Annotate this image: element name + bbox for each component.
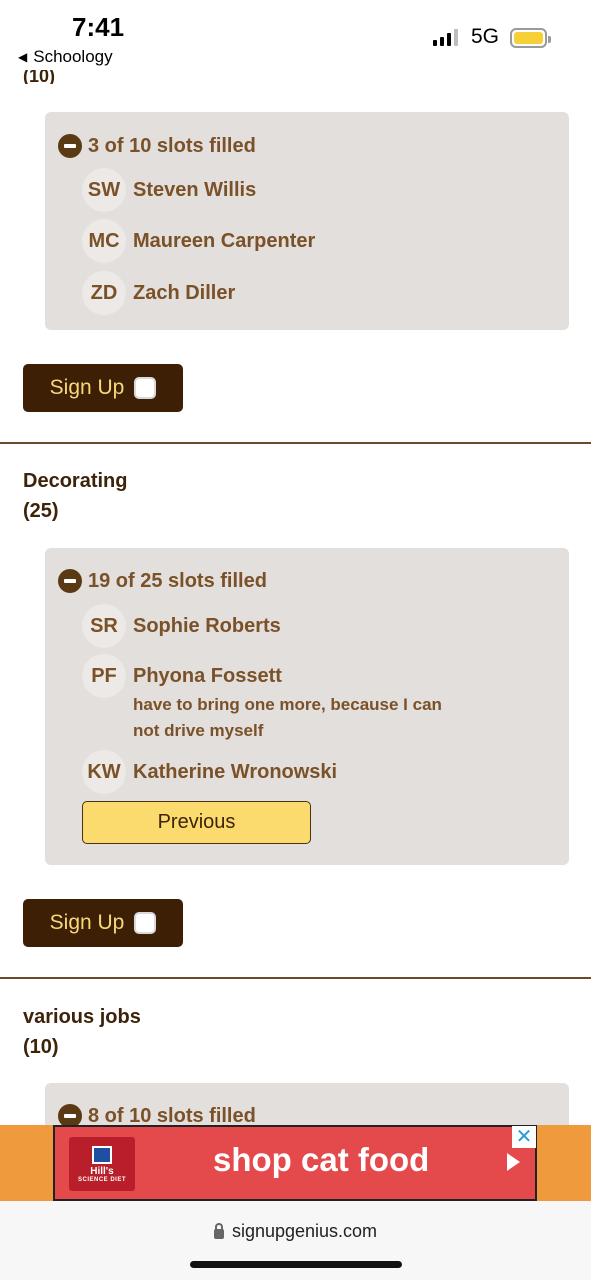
section-count: (10) (23, 1036, 59, 1058)
avatar: SW (82, 168, 126, 212)
participant-name: Maureen Carpenter (133, 230, 316, 252)
slots-filled-text: 3 of 10 slots filled (88, 134, 256, 157)
slot-box: 19 of 25 slots filled SR Sophie Roberts … (45, 548, 569, 865)
participant-name: Zach Diller (133, 282, 236, 304)
back-app-label: Schoology (33, 47, 113, 66)
url-display[interactable]: signupgenius.com (0, 1221, 591, 1242)
participant: PF Phyona Fossett have to bring one more… (82, 654, 473, 744)
slots-filled-toggle[interactable]: 3 of 10 slots filled (58, 134, 256, 158)
avatar: ZD (82, 271, 126, 315)
url-text: signupgenius.com (231, 1221, 378, 1241)
ad-close-icon[interactable]: ✕ (512, 1126, 536, 1148)
sign-up-checkbox[interactable] (134, 377, 157, 399)
participant: SR Sophie Roberts (82, 604, 281, 648)
avatar: KW (82, 750, 126, 794)
sign-up-label: Sign Up (49, 911, 125, 934)
participant: ZD Zach Diller (82, 271, 235, 315)
slot-box: 3 of 10 slots filled SW Steven Willis MC… (45, 112, 569, 330)
play-arrow-icon (507, 1153, 520, 1171)
home-indicator[interactable] (190, 1261, 402, 1268)
participant: MC Maureen Carpenter (82, 219, 315, 263)
back-to-app-link[interactable]: ◀ Schoology (18, 47, 113, 67)
section-divider (0, 442, 591, 444)
section-count: (25) (23, 500, 59, 522)
back-triangle-icon: ◀ (18, 50, 28, 64)
section-title: Decorating (23, 470, 128, 492)
section-divider (0, 977, 591, 979)
network-type: 5G (471, 25, 500, 48)
collapse-minus-icon[interactable] (58, 134, 82, 158)
battery-icon (510, 28, 551, 48)
hills-logo: Hill's SCIENCE DIET (69, 1137, 135, 1191)
slots-filled-text: 19 of 25 slots filled (88, 569, 267, 592)
section-title: various jobs (23, 1006, 141, 1028)
sign-up-label: Sign Up (49, 376, 125, 399)
ad-banner[interactable]: Hill's SCIENCE DIET shop cat food (0, 1125, 591, 1201)
ad-brand-sub: SCIENCE DIET (77, 1176, 126, 1183)
ad-brand: Hill's (90, 1165, 114, 1177)
sign-up-checkbox[interactable] (134, 912, 157, 934)
participant-name: Sophie Roberts (133, 615, 281, 637)
cellular-signal-icon (433, 28, 458, 46)
avatar: SR (82, 604, 126, 648)
status-time: 7:41 (72, 12, 125, 42)
collapse-minus-icon[interactable] (58, 569, 82, 593)
participant: SW Steven Willis (82, 168, 256, 212)
sign-up-button[interactable]: Sign Up (23, 364, 183, 412)
hills-mark-icon (92, 1145, 112, 1164)
participant-name: Katherine Wronowski (133, 761, 338, 783)
participant: KW Katherine Wronowski (82, 750, 337, 794)
previous-button[interactable]: Previous (82, 801, 311, 844)
avatar: MC (82, 219, 126, 263)
avatar: PF (82, 654, 126, 698)
participant-comment: have to bring one more, because I can no… (133, 695, 442, 740)
sign-up-button[interactable]: Sign Up (23, 899, 183, 947)
browser-address-bar[interactable]: signupgenius.com (0, 1201, 591, 1280)
ad-headline: shop cat food (213, 1141, 430, 1178)
lock-icon (213, 1222, 224, 1239)
status-bar: 7:41 ◀ Schoology 5G (0, 0, 591, 70)
slots-filled-toggle[interactable]: 19 of 25 slots filled (58, 569, 267, 593)
ad-content[interactable]: Hill's SCIENCE DIET shop cat food (53, 1125, 537, 1201)
participant-name: Steven Willis (133, 179, 257, 201)
